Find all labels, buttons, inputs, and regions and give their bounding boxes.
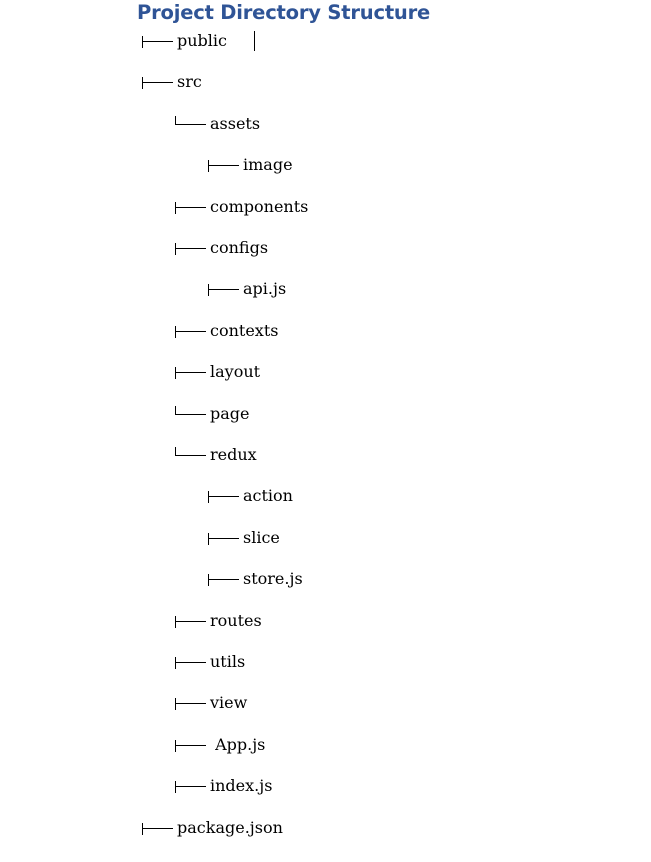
directory-tree: public src assets image components configs api…	[0, 0, 651, 862]
tree-tee-connector	[208, 570, 239, 590]
tree-tee-connector	[175, 322, 206, 342]
tree-tee-connector	[175, 736, 206, 756]
tree-tee-connector	[175, 363, 206, 383]
tree-item-label: page	[210, 404, 250, 423]
tree-tee-connector	[142, 73, 173, 93]
tree-item-label: index.js	[210, 776, 273, 795]
tree-item-label: App.js	[210, 735, 266, 754]
tree-tee-connector	[175, 612, 206, 632]
tree-item-label: src	[177, 72, 202, 91]
tree-item-label: api.js	[243, 279, 287, 298]
tree-item-label: view	[210, 693, 248, 712]
tree-item-label: assets	[210, 114, 261, 133]
tree-item-label: package.json	[177, 818, 283, 837]
tree-item-label: routes	[210, 611, 262, 630]
tree-tee-connector	[208, 487, 239, 507]
tree-tee-connector	[175, 694, 206, 714]
tree-item-label: action	[243, 486, 293, 505]
tree-item-label: components	[210, 197, 309, 216]
tree-item-label: contexts	[210, 321, 279, 340]
tree-tee-connector	[208, 156, 239, 176]
tree-tee-connector	[175, 777, 206, 797]
tree-item-label: redux	[210, 445, 257, 464]
tree-item-label: image	[243, 155, 293, 174]
tree-item-label: configs	[210, 238, 269, 257]
tree-elbow-connector	[175, 115, 206, 135]
tree-elbow-connector	[175, 405, 206, 425]
tree-item-label: store.js	[243, 569, 303, 588]
tree-tee-connector	[175, 653, 206, 673]
tree-tee-connector	[208, 280, 239, 300]
tree-tee-connector	[175, 198, 206, 218]
tree-tee-connector	[142, 819, 173, 839]
tree-tee-connector	[175, 239, 206, 259]
tree-elbow-connector	[175, 446, 206, 466]
tree-tee-connector	[208, 529, 239, 549]
tree-item-label: utils	[210, 652, 246, 671]
tree-item-label: slice	[243, 528, 280, 547]
tree-item-label: public	[177, 31, 227, 50]
tree-item-label: layout	[210, 362, 261, 381]
tree-tee-connector	[142, 32, 173, 52]
